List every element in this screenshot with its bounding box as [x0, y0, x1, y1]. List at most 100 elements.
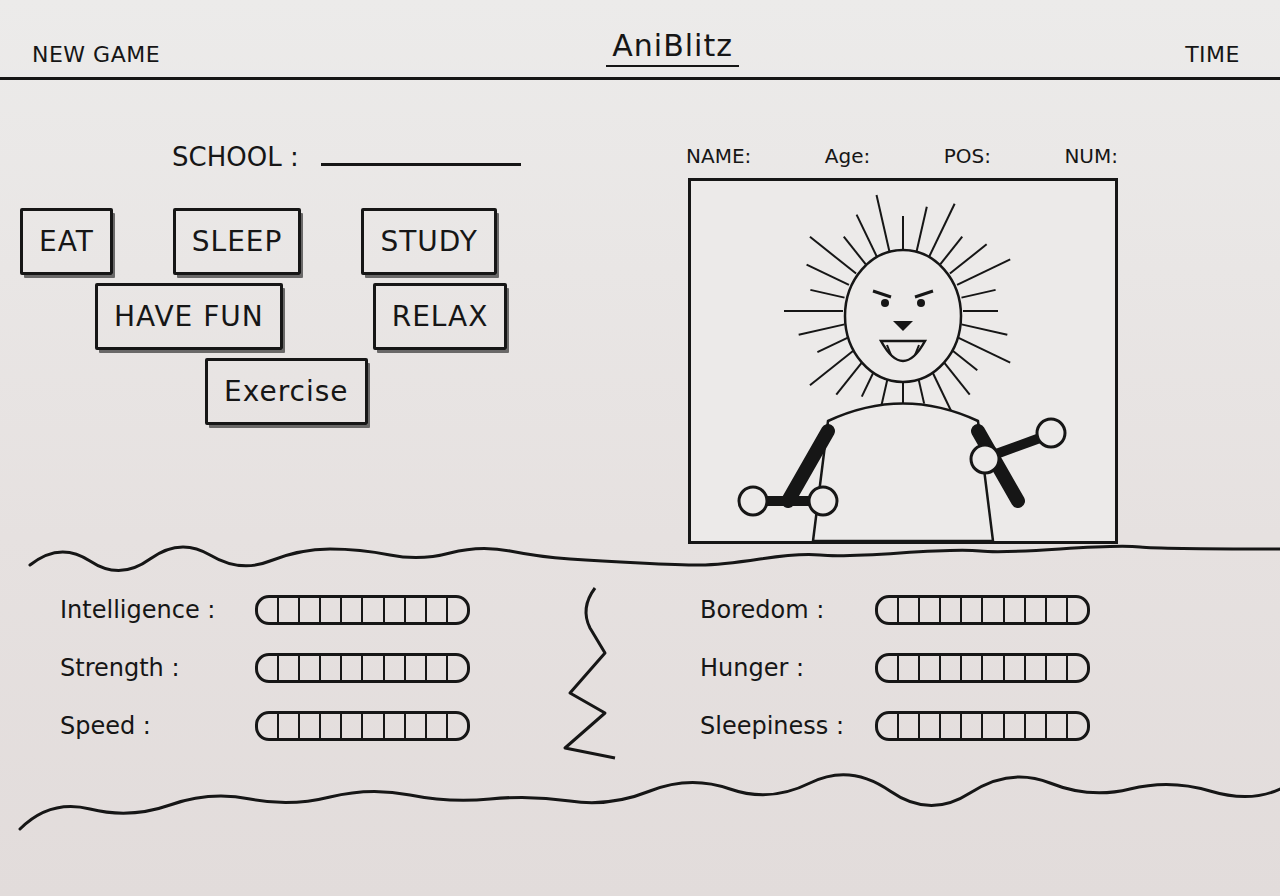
stat-bar — [875, 711, 1090, 741]
stat-label: Boredom : — [700, 596, 875, 624]
bar-segment — [1068, 656, 1087, 680]
stat-row: Hunger : — [700, 651, 1280, 685]
bar-segment — [920, 656, 941, 680]
player-field: NAME: — [686, 144, 751, 168]
stat-label: Sleepiness : — [700, 712, 875, 740]
bar-segment — [1068, 598, 1087, 622]
bar-segment — [1047, 714, 1068, 738]
player-field: NUM: — [1064, 144, 1118, 168]
bar-segment — [300, 656, 321, 680]
bar-segment — [279, 598, 300, 622]
bar-segment — [899, 598, 920, 622]
bar-segment — [279, 656, 300, 680]
bar-segment — [899, 714, 920, 738]
school-field: SCHOOL : — [20, 142, 628, 172]
action-button[interactable]: SLEEP — [173, 208, 302, 275]
action-panel: SCHOOL : EAT SLEEP STUDY HAVE FUN RELAXExerci… — [0, 80, 628, 544]
bar-segment — [385, 656, 406, 680]
bar-segment — [1047, 598, 1068, 622]
action-button[interactable]: HAVE FUN — [95, 283, 283, 350]
need-stats: Boredom : Hunger : Sleepiness : — [700, 583, 1280, 769]
bar-segment — [321, 656, 342, 680]
bar-segment — [427, 598, 448, 622]
bar-segment — [962, 714, 983, 738]
game-screen: NEW GAME AniBlitz TIME SCHOOL : EAT SLEEP STUD… — [0, 0, 1280, 896]
stat-label: Hunger : — [700, 654, 875, 682]
action-row: EAT SLEEP STUDY — [20, 208, 628, 275]
lion-player-icon — [693, 181, 1113, 541]
action-button[interactable]: EAT — [20, 208, 113, 275]
bar-segment — [321, 714, 342, 738]
action-button[interactable]: Exercise — [205, 358, 368, 425]
bar-segment — [342, 656, 363, 680]
action-row: HAVE FUN RELAX — [20, 283, 628, 350]
bar-segment — [878, 598, 899, 622]
stat-row: Intelligence : — [60, 593, 560, 627]
bar-segment — [1026, 656, 1047, 680]
stat-label: Strength : — [60, 654, 255, 682]
bar-segment — [1005, 598, 1026, 622]
school-input[interactable] — [321, 163, 521, 166]
stat-label: Speed : — [60, 712, 255, 740]
new-game-button[interactable]: NEW GAME — [32, 42, 160, 67]
bar-segment — [363, 598, 384, 622]
bar-segment — [406, 656, 427, 680]
stat-bar — [255, 711, 470, 741]
bar-segment — [920, 714, 941, 738]
bar-segment — [406, 714, 427, 738]
zigzag-divider — [560, 583, 660, 763]
stat-bar — [875, 595, 1090, 625]
stats-panel: Intelligence : Strength : Speed : Boredom :… — [0, 579, 1280, 769]
school-label: SCHOOL : — [172, 142, 299, 172]
bar-segment — [983, 598, 1004, 622]
stat-row: Boredom : — [700, 593, 1280, 627]
bar-segment — [321, 598, 342, 622]
bar-segment — [1047, 656, 1068, 680]
bar-segment — [258, 656, 279, 680]
bar-segment — [962, 656, 983, 680]
time-display: TIME — [1185, 42, 1240, 67]
bar-segment — [1026, 714, 1047, 738]
bar-segment — [983, 656, 1004, 680]
bar-segment — [363, 656, 384, 680]
bar-segment — [300, 598, 321, 622]
wavy-divider — [0, 769, 1280, 839]
bar-segment — [1068, 714, 1087, 738]
bar-segment — [448, 598, 467, 622]
bar-segment — [1005, 714, 1026, 738]
stat-row: Speed : — [60, 709, 560, 743]
bar-segment — [983, 714, 1004, 738]
player-portrait — [688, 178, 1118, 544]
player-panel: NAME:Age:POS:NUM: — [688, 80, 1118, 544]
main-area: SCHOOL : EAT SLEEP STUDY HAVE FUN RELAXExerci… — [0, 80, 1280, 535]
top-bar: NEW GAME AniBlitz TIME — [0, 0, 1280, 80]
bar-segment — [279, 714, 300, 738]
bar-segment — [1005, 656, 1026, 680]
ability-stats: Intelligence : Strength : Speed : — [60, 583, 560, 769]
bar-segment — [899, 656, 920, 680]
bar-segment — [878, 656, 899, 680]
bar-segment — [363, 714, 384, 738]
bar-segment — [941, 714, 962, 738]
player-field: Age: — [825, 144, 870, 168]
stat-row: Strength : — [60, 651, 560, 685]
stat-bar — [255, 595, 470, 625]
bar-segment — [258, 714, 279, 738]
stat-row: Sleepiness : — [700, 709, 1280, 743]
action-row: Exercise — [20, 358, 628, 425]
player-info: NAME:Age:POS:NUM: — [686, 144, 1118, 168]
stat-label: Intelligence : — [60, 596, 255, 624]
action-button[interactable]: STUDY — [361, 208, 497, 275]
bar-segment — [258, 598, 279, 622]
bar-segment — [962, 598, 983, 622]
bar-segment — [406, 598, 427, 622]
action-button[interactable]: RELAX — [373, 283, 508, 350]
bar-segment — [385, 714, 406, 738]
bar-segment — [1026, 598, 1047, 622]
bar-segment — [878, 714, 899, 738]
wavy-divider — [0, 535, 1280, 579]
bar-segment — [342, 714, 363, 738]
bar-segment — [920, 598, 941, 622]
bar-segment — [427, 714, 448, 738]
game-title: AniBlitz — [606, 28, 739, 67]
